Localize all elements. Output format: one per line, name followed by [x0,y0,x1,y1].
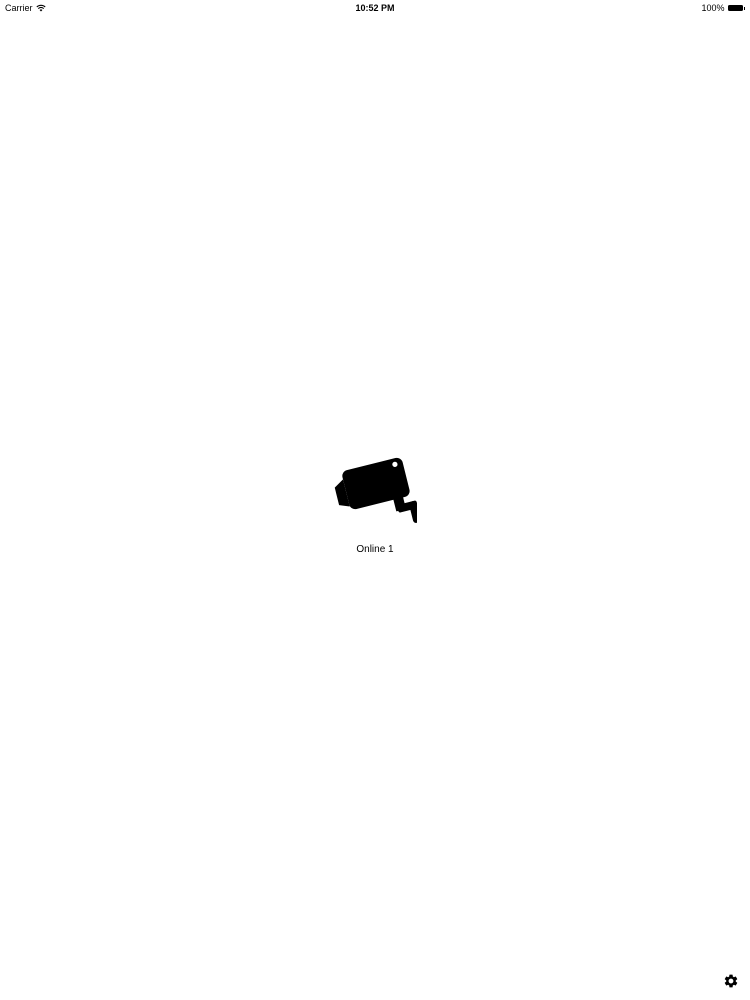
battery-percentage: 100% [701,3,725,13]
device-tile[interactable]: Online 1 [325,452,425,556]
status-bar: Carrier 10:52 PM 100% [0,0,750,16]
security-camera-icon [334,457,417,523]
device-label: Online 1 [356,544,394,555]
settings-button[interactable] [721,971,741,991]
gear-icon [724,974,738,988]
battery-cap [743,6,745,10]
battery-fill [728,6,742,10]
status-right: 100% [701,0,745,16]
status-time: 10:52 PM [355,3,395,13]
battery-icon [727,5,743,11]
